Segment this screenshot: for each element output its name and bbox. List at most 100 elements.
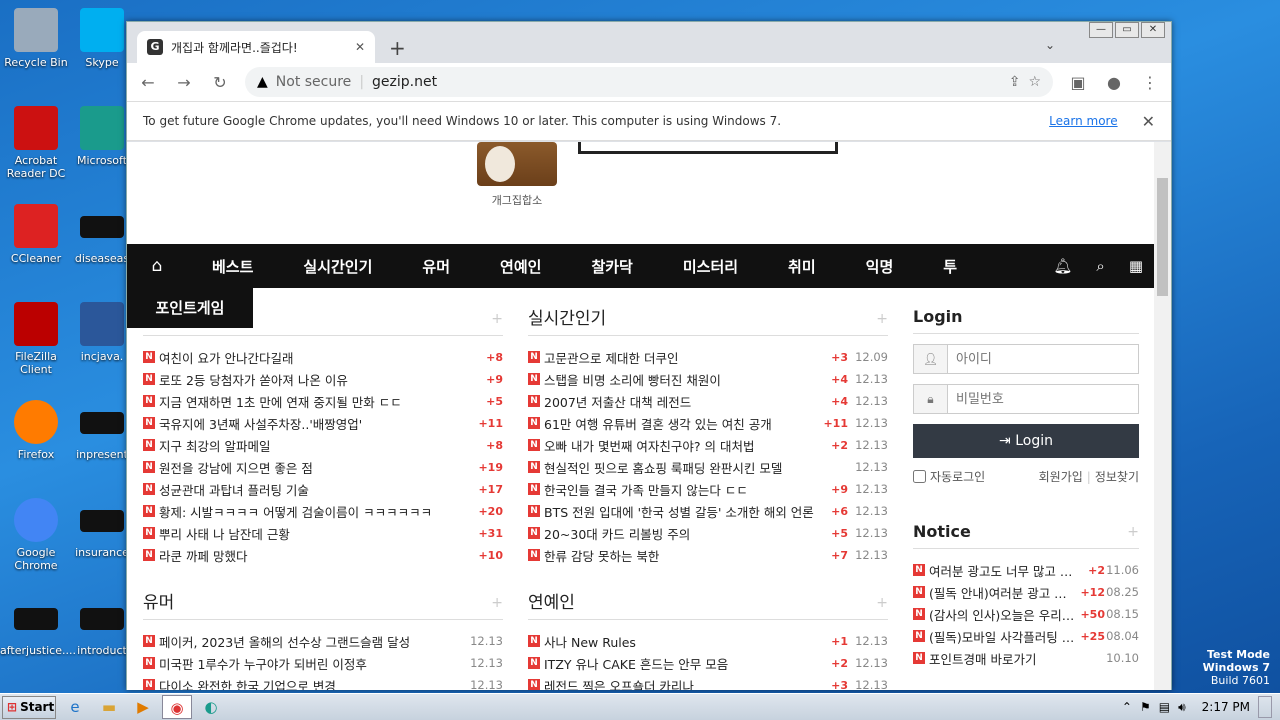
list-item[interactable]: N 스탭을 비명 소리에 빵터진 채원이 +4 12.13	[528, 368, 888, 390]
post-title[interactable]: 레전드 찍은 오프숄더 카리나	[544, 676, 814, 691]
list-item[interactable]: N 2007년 저출산 대책 레전드 +4 12.13	[528, 390, 888, 412]
list-item[interactable]: N ITZY 유나 CAKE 흔드는 안무 모음 +2 12.13	[528, 652, 888, 674]
sidepanel-icon[interactable]: ▣	[1067, 73, 1089, 92]
list-item[interactable]: N 로또 2등 당첨자가 쏟아져 나온 이유 +9	[143, 368, 503, 390]
post-title[interactable]: 라쿤 까페 망했다	[159, 546, 469, 565]
nav-item[interactable]: 연예인	[475, 256, 566, 277]
close-infobar-icon[interactable]: ✕	[1142, 112, 1155, 131]
id-input[interactable]	[948, 345, 1138, 373]
more-plus-icon[interactable]: +	[1127, 517, 1139, 547]
list-item[interactable]: N 20~30대 카드 리볼빙 주의 +5 12.13	[528, 522, 888, 544]
post-title[interactable]: 61만 여행 유튜버 결혼 생각 있는 여친 공개	[544, 414, 814, 433]
reload-icon[interactable]: ↻	[209, 73, 231, 92]
network-icon[interactable]: ▤	[1159, 700, 1170, 714]
list-item[interactable]: N 여친이 요가 안나간다길래 +8	[143, 346, 503, 368]
media-player-taskbar-icon[interactable]: ▶	[128, 695, 158, 719]
grid-menu-icon[interactable]: ▦	[1129, 257, 1143, 275]
browser-tab[interactable]: G 개집과 함께라면..즐겁다! ✕	[137, 31, 375, 63]
flag-icon[interactable]: ⚑	[1140, 700, 1151, 714]
post-title[interactable]: (필독)모바일 사각플러팅 …	[929, 627, 1075, 646]
list-item[interactable]: N 다이소 완전한 한국 기업으로 변경 12.13	[143, 674, 503, 690]
desktop-icon[interactable]: afterjustice....	[0, 596, 76, 657]
post-title[interactable]: 뿌리 사태 나 남잔데 근황	[159, 524, 469, 543]
learn-more-link[interactable]: Learn more	[1049, 114, 1117, 128]
post-title[interactable]: 원전을 강남에 지으면 좋은 점	[159, 458, 469, 477]
list-item[interactable]: N 뿌리 사태 나 남잔데 근황 +31	[143, 522, 503, 544]
desktop-icon[interactable]: Acrobat Reader DC	[0, 106, 72, 180]
list-item[interactable]: N 오빠 내가 몇번째 여자친구야? 의 대처법 +2 12.13	[528, 434, 888, 456]
nav-item[interactable]: 익명	[841, 256, 919, 277]
nav-item[interactable]: 미스터리	[658, 256, 763, 277]
list-item[interactable]: N (감사의 인사)오늘은 우리… +50 08.15	[913, 603, 1139, 625]
list-item[interactable]: N 사나 New Rules +1 12.13	[528, 630, 888, 652]
list-item[interactable]: N 고문관으로 제대한 더쿠인 +3 12.09	[528, 346, 888, 368]
minimize-button[interactable]: —	[1089, 22, 1113, 38]
new-tab-button[interactable]: +	[389, 36, 406, 60]
list-item[interactable]: N 한국인들 결국 가족 만들지 않는다 ㄷㄷ +9 12.13	[528, 478, 888, 500]
post-title[interactable]: 사나 New Rules	[544, 632, 814, 651]
bell-icon[interactable]: 🔔︎	[1053, 257, 1072, 275]
post-title[interactable]: 페이커, 2023년 올해의 선수상 그랜드슬램 달성	[159, 632, 429, 651]
post-title[interactable]: 지구 최강의 알파메일	[159, 436, 469, 455]
site-logo[interactable]: 개그집합소	[457, 142, 577, 208]
post-title[interactable]: (감사의 인사)오늘은 우리…	[929, 605, 1075, 624]
post-title[interactable]: 성균관대 과탑녀 플러팅 기술	[159, 480, 469, 499]
post-title[interactable]: 20~30대 카드 리볼빙 주의	[544, 524, 814, 543]
find-info-link[interactable]: 정보찾기	[1095, 468, 1139, 485]
post-title[interactable]: 스탭을 비명 소리에 빵터진 채원이	[544, 370, 814, 389]
auto-login-input[interactable]	[913, 470, 926, 483]
back-arrow-icon[interactable]: ←	[137, 73, 159, 92]
show-desktop-button[interactable]	[1258, 696, 1272, 718]
post-title[interactable]: 현실적인 핏으로 홈쇼핑 룩패딩 완판시킨 모델	[544, 458, 814, 477]
maximize-button[interactable]: ▭	[1115, 22, 1139, 38]
list-item[interactable]: N 국유지에 3년째 사설주차장..'배짱영업' +11	[143, 412, 503, 434]
list-item[interactable]: N 페이커, 2023년 올해의 선수상 그랜드슬램 달성 12.13	[143, 630, 503, 652]
post-title[interactable]: 오빠 내가 몇번째 여자친구야? 의 대처법	[544, 436, 814, 455]
post-title[interactable]: 미국판 1루수가 누구야가 되버린 이정후	[159, 654, 429, 673]
list-item[interactable]: N 레전드 찍은 오프숄더 카리나 +3 12.13	[528, 674, 888, 690]
more-plus-icon[interactable]: +	[491, 304, 503, 334]
post-title[interactable]: 한류 감당 못하는 북한	[544, 546, 814, 565]
list-item[interactable]: N 현실적인 핏으로 홈쇼핑 룩패딩 완판시킨 모델 12.13	[528, 456, 888, 478]
desktop-icon[interactable]: Recycle Bin	[0, 8, 72, 69]
list-item[interactable]: N 황제: 시발ㅋㅋㅋㅋ 어떻게 검술이름이 ㅋㅋㅋㅋㅋㅋ +20	[143, 500, 503, 522]
bookmark-star-icon[interactable]: ☆	[1028, 74, 1041, 90]
post-title[interactable]: 지금 연재하면 1초 만에 연재 중지될 만화 ㄷㄷ	[159, 392, 469, 411]
post-title[interactable]: 고문관으로 제대한 더쿠인	[544, 348, 814, 367]
start-button[interactable]: ⊞ Start	[2, 695, 56, 719]
list-item[interactable]: N 지구 최강의 알파메일 +8	[143, 434, 503, 456]
scroll-thumb[interactable]	[1157, 178, 1168, 296]
nav-item[interactable]: 투	[918, 256, 982, 277]
chrome-taskbar-icon[interactable]: ◉	[162, 695, 192, 719]
address-bar[interactable]: ▲ Not secure | gezip.net ⇪ ☆	[245, 67, 1053, 97]
nav-item[interactable]: 취미	[763, 256, 841, 277]
profile-icon[interactable]: ●	[1103, 73, 1125, 92]
list-item[interactable]: N 원전을 강남에 지으면 좋은 점 +19	[143, 456, 503, 478]
pw-field[interactable]: 🔒︎	[913, 384, 1139, 414]
more-plus-icon[interactable]: +	[876, 304, 888, 334]
site-search-box[interactable]	[578, 142, 838, 154]
list-item[interactable]: N BTS 전원 입대에 '한국 성별 갈등' 소개한 해외 언론 +6 12.13	[528, 500, 888, 522]
post-title[interactable]: BTS 전원 입대에 '한국 성별 갈등' 소개한 해외 언론	[544, 502, 814, 521]
desktop-icon[interactable]: CCleaner	[0, 204, 72, 265]
list-item[interactable]: N 지금 연재하면 1초 만에 연재 중지될 만화 ㄷㄷ +5	[143, 390, 503, 412]
list-item[interactable]: N 라쿤 까페 망했다 +10	[143, 544, 503, 566]
post-title[interactable]: 포인트경매 바로가기	[929, 649, 1075, 668]
nav-item[interactable]: 찰카닥	[566, 256, 657, 277]
desktop-icon[interactable]: Google Chrome	[0, 498, 72, 572]
pw-input[interactable]	[948, 385, 1138, 413]
menu-kebab-icon[interactable]: ⋮	[1139, 73, 1161, 92]
edge-taskbar-icon[interactable]: ◐	[196, 695, 226, 719]
clock[interactable]: 2:17 PM	[1202, 700, 1250, 714]
post-title[interactable]: (필독 안내)여러분 광고 …	[929, 583, 1075, 602]
close-window-button[interactable]: ✕	[1141, 22, 1165, 38]
more-plus-icon[interactable]: +	[491, 588, 503, 618]
home-icon[interactable]: ⌂	[127, 256, 187, 276]
volume-icon[interactable]: 🔊︎	[1178, 700, 1186, 715]
id-field[interactable]: 👤︎	[913, 344, 1139, 374]
forward-arrow-icon[interactable]: →	[173, 73, 195, 92]
list-item[interactable]: N 성균관대 과탑녀 플러팅 기술 +17	[143, 478, 503, 500]
url-text[interactable]: gezip.net	[372, 74, 437, 90]
post-title[interactable]: 한국인들 결국 가족 만들지 않는다 ㄷㄷ	[544, 480, 814, 499]
more-plus-icon[interactable]: +	[876, 588, 888, 618]
